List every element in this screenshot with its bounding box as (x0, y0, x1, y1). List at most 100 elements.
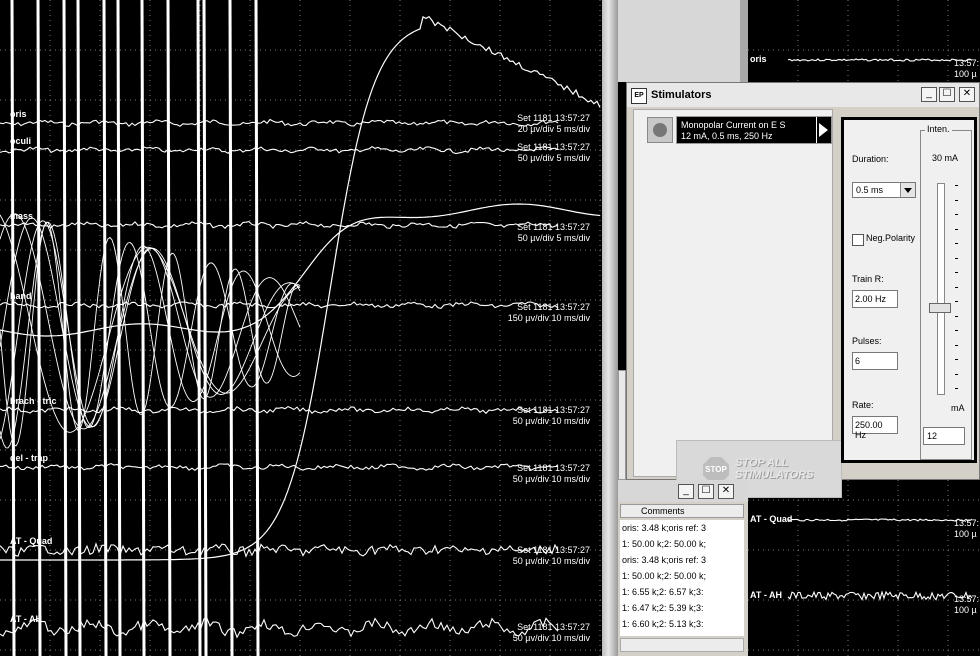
close-button[interactable]: ✕ (959, 87, 975, 102)
trace-set-time: Set 1181 13:57:27 (517, 142, 590, 152)
stimulus-artifact (140, 0, 146, 656)
trace-info: 13:57: 100 µ (954, 518, 979, 540)
stimulus-artifact (196, 0, 202, 656)
title-bar[interactable]: _ ☐ ✕ (618, 480, 748, 502)
stimulus-artifact (102, 0, 108, 656)
scrollbar[interactable] (618, 370, 626, 480)
rate-field[interactable]: 250.00 Hz (852, 416, 898, 440)
emg-trace-baseline (0, 617, 559, 639)
emg-trace-baseline (787, 58, 973, 62)
trace-set-time: Set 1181 13:57:27 (517, 622, 590, 632)
slider-tick (955, 214, 958, 215)
maximize-button[interactable]: ☐ (939, 87, 955, 102)
intensity-group: Inten. 30 mA mA 12 (920, 124, 972, 460)
comment-row[interactable]: 1: 6.55 k;2: 6.57 k;3: (620, 584, 744, 600)
comment-row[interactable]: 1: 6.42 k;2: 5.10 k;3: (620, 632, 744, 636)
slider-tick (955, 315, 958, 317)
slider-tick (955, 373, 958, 375)
intensity-slider-track[interactable] (937, 183, 945, 395)
slider-tick (955, 330, 958, 331)
train-rate-label: Train R: (852, 274, 884, 284)
trace-time: 13:57: (954, 58, 980, 68)
emg-trace-baseline (0, 542, 559, 558)
trace-label: oculi (10, 136, 32, 146)
stimulator-toggle-button[interactable] (647, 117, 673, 143)
emg-trace-response (0, 15, 601, 561)
emg-trace-baseline (0, 220, 559, 230)
title-bar[interactable]: EP Stimulators _ ☐ ✕ (627, 83, 979, 107)
comment-row[interactable]: oris: 3.48 k;oris ref: 3 (620, 552, 744, 568)
trace-scale: 50 µv/div 10 ms/div (512, 633, 590, 643)
trace-label: hand (10, 291, 32, 301)
stimulus-artifact (36, 0, 42, 656)
trace-info: 13:57: 100 µ (954, 58, 979, 80)
close-button[interactable]: ✕ (718, 484, 734, 499)
trace-info: Set 1181 13:57:27 50 µv/div 5 ms/div (517, 222, 590, 244)
splitter-bar[interactable] (602, 0, 618, 656)
comment-row[interactable]: 1: 6.47 k;2: 5.39 k;3: (620, 600, 744, 616)
comment-row[interactable]: 1: 6.60 k;2: 5.13 k;3: (620, 616, 744, 632)
stimulus-artifact (76, 0, 82, 656)
trace-label: del - trap (10, 453, 49, 463)
horizontal-scrollbar[interactable] (620, 638, 744, 652)
minimize-button[interactable]: _ (921, 87, 937, 102)
slider-tick (955, 359, 958, 360)
stimulus-artifact (62, 0, 68, 656)
trace-info: 13:57: 100 µ (954, 594, 979, 616)
chevron-down-icon[interactable] (900, 183, 915, 197)
emg-trace-baseline (787, 590, 973, 602)
intensity-title: Inten. (925, 124, 952, 134)
window-title: Stimulators (651, 89, 712, 101)
intensity-display: 30 mA (931, 153, 958, 163)
emg-trace-baseline (0, 118, 559, 128)
trace-scale: 100 µ (954, 69, 977, 79)
left-trace-canvas (0, 0, 602, 656)
comments-header[interactable]: Comments (620, 504, 744, 518)
trace-scale: 150 µv/div 10 ms/div (507, 313, 590, 323)
trace-scale: 100 µ (954, 529, 977, 539)
pulses-label: Pulses: (852, 336, 882, 346)
emg-trace-baseline (787, 518, 973, 522)
neg-polarity-checkbox[interactable] (852, 234, 864, 246)
trace-info: Set 1181 13:57:27 50 µv/div 10 ms/div (513, 622, 590, 644)
trace-scale: 50 µv/div 10 ms/div (512, 474, 590, 484)
comment-row[interactable]: 1: 50.00 k;2: 50.00 k; (620, 536, 744, 552)
trace-label: AT - Quad (750, 514, 793, 524)
background-panel (618, 0, 748, 82)
emg-trace-baseline (0, 146, 559, 155)
stimulator-entry[interactable]: Monopolar Current on E S 12 mA, 0.5 ms, … (647, 116, 832, 144)
comment-row[interactable]: oris: 3.48 k;oris ref: 3 (620, 520, 744, 536)
trace-label: brach - tric (10, 396, 57, 406)
trace-info: Set 1181 13:57:27 50 µv/div 10 ms/div (513, 405, 590, 427)
trace-info: Set 1181 13:57:27 50 µv/div 10 ms/div (513, 545, 590, 567)
minimize-button[interactable]: _ (678, 484, 694, 499)
left-scope-display[interactable]: oris Set 1181 13:57:27 20 µv/div 5 ms/div o… (0, 0, 602, 656)
trace-set-time: Set 1181 13:57:27 (517, 405, 590, 415)
stimulus-artifact (254, 0, 260, 656)
rate-label: Rate: (852, 400, 874, 410)
maximize-button[interactable]: ☐ (698, 484, 714, 499)
trace-scale: 50 µv/div 10 ms/div (512, 556, 590, 566)
arrow-right-icon[interactable] (816, 117, 831, 143)
emg-trace-baseline (0, 463, 559, 472)
slider-tick (955, 388, 958, 389)
duration-label: Duration: (852, 154, 889, 164)
panel-edge (740, 0, 748, 82)
trace-info: Set 1181 13:57:27 20 µv/div 5 ms/div (517, 113, 590, 135)
trace-scale: 100 µ (954, 605, 977, 615)
neg-polarity-label: Neg.Polarity (866, 233, 916, 243)
stop-all-label: STOP ALL STIMULATORS (735, 457, 814, 481)
intensity-slider-thumb[interactable] (929, 303, 951, 313)
comment-row[interactable]: 1: 50.00 k;2: 50.00 k; (620, 568, 744, 584)
trace-set-time: Set 1181 13:57:27 (517, 302, 590, 312)
train-rate-field[interactable]: 2.00 Hz (852, 290, 898, 308)
slider-tick (955, 344, 958, 346)
intensity-field[interactable]: 12 (923, 427, 965, 445)
pulses-field[interactable]: 6 (852, 352, 898, 370)
trace-set-time: Set 1181 13:57:27 (517, 222, 590, 232)
trace-time: 13:57: (954, 594, 980, 604)
stimulator-settings-panel: Duration: 0.5 ms Neg.Polarity Train R: 2… (841, 117, 977, 463)
stimulator-summary: 12 mA, 0.5 ms, 250 Hz (681, 131, 773, 141)
stimulator-name: Monopolar Current on E S (681, 120, 786, 130)
duration-select[interactable]: 0.5 ms (852, 182, 916, 198)
